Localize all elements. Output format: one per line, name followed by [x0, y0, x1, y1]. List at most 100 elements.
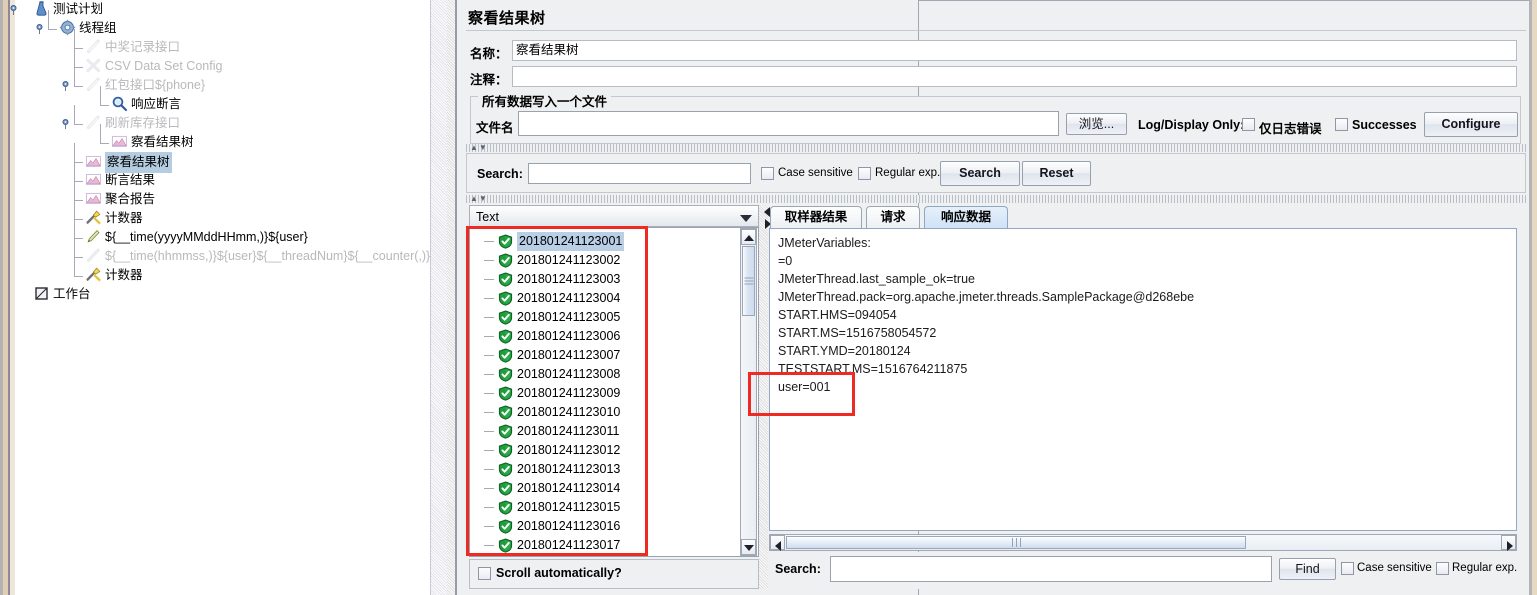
results-list[interactable]: 201801241123001 201801241123002 20180124… — [470, 228, 740, 556]
tree-item[interactable]: 响应断言 — [111, 95, 181, 114]
tree-item[interactable]: CSV Data Set Config — [85, 57, 222, 76]
list-item-label: 201801241123002 — [517, 253, 621, 267]
tree-item[interactable]: ${__time(yyyyMMddHHmm,)}${user} — [85, 228, 308, 247]
tree-connector — [484, 488, 494, 489]
tree-item-label: 工作台 — [53, 287, 91, 302]
tree-item-label: 响应断言 — [131, 97, 182, 112]
top-reset-button[interactable]: Reset — [1022, 161, 1091, 186]
tree-connector — [484, 241, 494, 242]
collapsible-separator-1[interactable]: ▲▼ — [466, 144, 1526, 152]
response-line: JMeterThread.pack=org.apache.jmeter.thre… — [778, 290, 1195, 304]
name-input[interactable]: 察看结果树 — [512, 40, 1517, 61]
scroll-thumb[interactable] — [742, 246, 755, 316]
counter-icon — [85, 266, 102, 283]
top-search-input[interactable] — [528, 163, 751, 184]
browse-button[interactable]: 浏览... — [1066, 113, 1127, 135]
success-shield-icon — [498, 405, 513, 426]
bottom-search-input[interactable] — [830, 556, 1272, 582]
success-shield-icon — [498, 424, 513, 445]
tree-item[interactable]: 计数器 — [85, 266, 143, 285]
bottom-search-label: Search: — [775, 562, 821, 576]
success-shield-icon — [498, 367, 513, 388]
tree-item[interactable]: ${__time(hhmmss,)}${user}${__threadNum}$… — [85, 247, 430, 266]
list-item-label: 201801241123010 — [517, 405, 621, 419]
bottom-regular-exp-checkbox[interactable] — [1436, 562, 1449, 575]
separator-arrows-2: ▲▼ — [470, 194, 488, 203]
inner-splitter[interactable] — [759, 205, 768, 589]
tree-item[interactable]: 红包接口${phone} — [62, 76, 205, 95]
tree-expand-handle[interactable] — [61, 79, 70, 98]
errors-only-checkbox[interactable] — [1242, 118, 1255, 131]
results-list-header[interactable]: Text — [469, 205, 759, 227]
tab-1[interactable]: 请求 — [866, 206, 920, 228]
tree-item[interactable]: 线程组 — [36, 19, 117, 38]
tree-expand-handle[interactable] — [61, 117, 70, 136]
tree-item[interactable]: 察看结果树 — [85, 152, 172, 173]
response-data-box[interactable]: JMeterVariables: =0 JMeterThread.last_samp… — [769, 228, 1517, 531]
list-item-label: 201801241123009 — [517, 386, 621, 400]
tree-item-label: 察看结果树 — [105, 152, 172, 173]
tree-item-label: 聚合报告 — [105, 192, 156, 207]
tab-2[interactable]: 响应数据 — [924, 206, 1008, 228]
hscroll-right-button[interactable] — [1501, 535, 1516, 551]
top-search-button[interactable]: Search — [940, 161, 1020, 186]
scroll-down-button[interactable] — [741, 539, 756, 555]
comment-label: 注释： — [470, 73, 508, 87]
test-plan-tree[interactable]: 测试计划 线程组中奖记录接口 CSV Data Set Config 红包接口${ph… — [10, 0, 430, 595]
inner-splitter-arrows[interactable] — [760, 205, 771, 229]
success-shield-icon — [498, 481, 513, 502]
list-item-label: 201801241123017 — [517, 538, 621, 552]
tree-item[interactable]: 测试计划 — [10, 0, 103, 19]
tree-connector — [484, 526, 494, 527]
successes-label: Successes — [1352, 118, 1417, 132]
comment-input[interactable] — [512, 66, 1517, 87]
hscroll-thumb[interactable] — [786, 536, 1246, 549]
top-case-sensitive-label: Case sensitive — [778, 167, 853, 179]
success-shield-icon — [498, 462, 513, 483]
response-data-text: JMeterVariables: =0 JMeterThread.last_samp… — [770, 229, 1516, 530]
tree-item[interactable]: 工作台 — [33, 285, 91, 304]
tree-item[interactable]: 察看结果树 — [111, 133, 194, 152]
successes-checkbox[interactable] — [1335, 118, 1348, 131]
config-element-icon — [85, 57, 102, 74]
hscroll-left-button[interactable] — [770, 535, 785, 551]
tree-connector — [484, 355, 494, 356]
chevron-down-icon[interactable] — [740, 215, 752, 222]
success-shield-icon — [498, 538, 513, 556]
response-line: JMeterVariables: — [778, 236, 871, 250]
response-line: user=001 — [778, 380, 831, 394]
hscroll-thumb-grip — [1010, 536, 1022, 550]
list-item-label: 201801241123016 — [517, 519, 621, 533]
tree-item[interactable]: 断言结果 — [85, 171, 155, 190]
configure-button[interactable]: Configure — [1424, 112, 1518, 137]
collapsible-separator-2[interactable]: ▲▼ — [466, 195, 1526, 203]
tree-connector — [484, 469, 494, 470]
errors-only-label: 仅日志错误 — [1259, 122, 1322, 136]
scroll-automatically-checkbox[interactable] — [478, 567, 491, 580]
results-list-scrollbar[interactable] — [740, 228, 757, 556]
tree-item-label: 中奖记录接口 — [105, 40, 181, 55]
tree-item[interactable]: 计数器 — [85, 209, 143, 228]
tree-item-label: 察看结果树 — [131, 135, 194, 150]
response-hscrollbar[interactable] — [769, 534, 1517, 551]
bottom-case-sensitive-checkbox[interactable] — [1341, 562, 1354, 575]
scroll-up-button[interactable] — [741, 229, 756, 245]
title-divider — [466, 30, 1526, 31]
top-regular-exp-checkbox[interactable] — [858, 167, 871, 180]
filename-label: 文件名 — [476, 121, 514, 135]
view-results-tree-icon — [85, 153, 102, 170]
top-case-sensitive-checkbox[interactable] — [761, 167, 774, 180]
list-item-label: 201801241123013 — [517, 462, 621, 476]
bottom-regular-exp-label: Regular exp. — [1452, 562, 1518, 574]
filename-input[interactable] — [518, 111, 1059, 136]
tree-item[interactable]: 中奖记录接口 — [85, 38, 180, 57]
top-search-label: Search: — [477, 167, 523, 181]
tree-connector — [484, 336, 494, 337]
find-button[interactable]: Find — [1279, 558, 1336, 580]
tree-item[interactable]: 聚合报告 — [85, 190, 155, 209]
success-shield-icon — [498, 253, 513, 274]
tree-expand-handle[interactable] — [35, 22, 44, 41]
success-shield-icon — [498, 272, 513, 293]
tab-0[interactable]: 取样器结果 — [770, 206, 862, 228]
tree-expand-handle[interactable] — [9, 3, 18, 22]
